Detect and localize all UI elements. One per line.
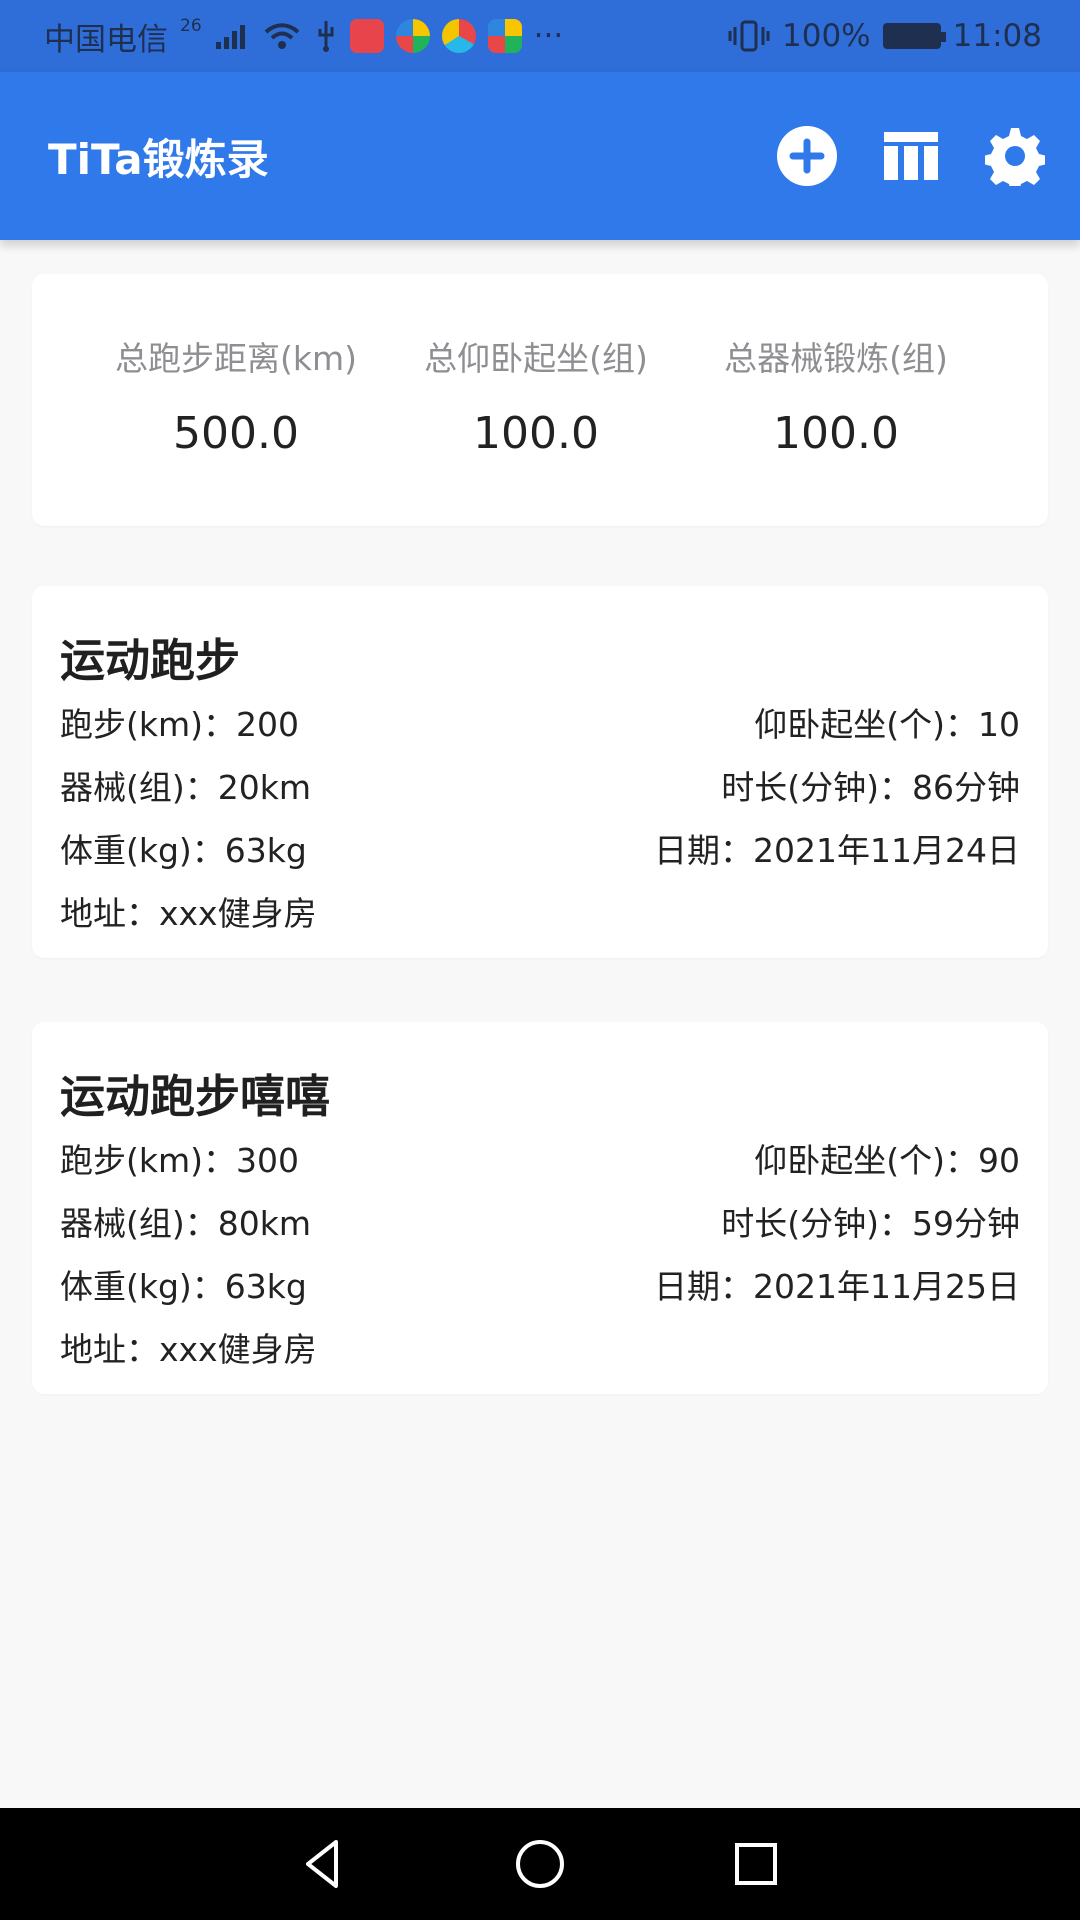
back-button[interactable] <box>291 1831 357 1897</box>
carrier-label: 中国电信 <box>44 21 168 58</box>
record-row: 器械(组)：20km 时长(分钟)：86分钟 <box>60 761 1020 809</box>
summary-value: 500.0 <box>173 408 299 459</box>
situp-count: 仰卧起坐(个)：90 <box>754 1141 1020 1180</box>
signal-icon <box>215 25 245 49</box>
running-distance: 跑步(km)：200 <box>60 705 299 744</box>
gym-address: 地址：xxx健身房 <box>60 894 317 933</box>
wifi-icon <box>264 23 299 49</box>
summary-label: 总跑步距离(km) <box>114 339 357 378</box>
exercise-date: 日期：2021年11月24日 <box>654 831 1020 870</box>
table-icon <box>884 132 938 180</box>
settings-button[interactable] <box>984 125 1046 187</box>
equipment-sets: 器械(组)：80km <box>60 1204 311 1243</box>
summary-label: 总仰卧起坐(组) <box>424 339 648 378</box>
status-time: 11:08 <box>952 18 1042 54</box>
summary-card: 总跑步距离(km) 500.0 总仰卧起坐(组) 100.0 总器械锻炼(组) … <box>32 274 1048 526</box>
mobile-screen: 中国电信 26 ··· 100% 11:08 TiTa锻炼录 总跑步距离(km)… <box>0 0 1080 1920</box>
body-weight: 体重(kg)：63kg <box>60 1267 307 1306</box>
record-title: 运动跑步嘻嘻 <box>60 1070 331 1123</box>
huawei-app-icon <box>349 19 384 53</box>
recent-square-icon <box>735 1843 777 1885</box>
record-row: 跑步(km)：300 仰卧起坐(个)：90 <box>60 1134 1020 1182</box>
more-notifications-icon: ··· <box>533 18 564 54</box>
colorful-app-icon <box>395 19 430 53</box>
home-circle-icon <box>516 1840 564 1888</box>
colorful-app-icon-2 <box>487 19 522 53</box>
recent-apps-button[interactable] <box>723 1831 789 1897</box>
network-label: 26 <box>180 16 202 36</box>
exercise-duration: 时长(分钟)：86分钟 <box>721 768 1020 807</box>
rainbow-app-icon <box>441 19 476 53</box>
record-row: 跑步(km)：200 仰卧起坐(个)：10 <box>60 698 1020 746</box>
body-weight: 体重(kg)：63kg <box>60 831 307 870</box>
record-row: 器械(组)：80km 时长(分钟)：59分钟 <box>60 1197 1020 1245</box>
status-left: 中国电信 26 ··· <box>44 14 563 59</box>
total-running-summary: 总跑步距离(km) 500.0 <box>86 332 386 459</box>
record-row: 地址：xxx健身房 <box>60 1323 1020 1371</box>
record-row: 体重(kg)：63kg 日期：2021年11月25日 <box>60 1260 1020 1308</box>
exercise-date: 日期：2021年11月25日 <box>654 1267 1020 1306</box>
summary-value: 100.0 <box>473 408 599 459</box>
status-bar: 中国电信 26 ··· 100% 11:08 <box>0 0 1080 72</box>
record-title: 运动跑步 <box>60 634 241 687</box>
app-title: TiTa锻炼录 <box>48 134 269 184</box>
gym-address: 地址：xxx健身房 <box>60 1330 317 1369</box>
usb-icon <box>318 21 334 52</box>
total-equipment-summary: 总器械锻炼(组) 100.0 <box>686 332 986 459</box>
exercise-duration: 时长(分钟)：59分钟 <box>721 1204 1020 1243</box>
record-row: 体重(kg)：63kg 日期：2021年11月24日 <box>60 824 1020 872</box>
total-situps-summary: 总仰卧起坐(组) 100.0 <box>386 332 686 459</box>
add-record-button[interactable] <box>776 125 838 187</box>
situp-count: 仰卧起坐(个)：10 <box>754 705 1020 744</box>
vibrate-icon <box>728 20 770 52</box>
equipment-sets: 器械(组)：20km <box>60 768 311 807</box>
battery-icon <box>882 23 946 49</box>
exercise-record-card[interactable]: 运动跑步 跑步(km)：200 仰卧起坐(个)：10 器械(组)：20km 时长… <box>32 586 1048 958</box>
android-navigation-bar <box>0 1808 1080 1920</box>
summary-grid: 总跑步距离(km) 500.0 总仰卧起坐(组) 100.0 总器械锻炼(组) … <box>86 332 986 459</box>
home-button[interactable] <box>507 1831 573 1897</box>
running-distance: 跑步(km)：300 <box>60 1141 299 1180</box>
plus-icon <box>777 126 837 186</box>
table-view-button[interactable] <box>880 125 942 187</box>
exercise-record-card[interactable]: 运动跑步嘻嘻 跑步(km)：300 仰卧起坐(个)：90 器械(组)：80km … <box>32 1022 1048 1394</box>
summary-label: 总器械锻炼(组) <box>724 339 948 378</box>
status-right: 100% 11:08 <box>728 18 1042 54</box>
top-app-bar: TiTa锻炼录 <box>0 72 1080 240</box>
app-actions <box>776 125 1046 187</box>
battery-percent: 100% <box>782 18 871 54</box>
summary-value: 100.0 <box>773 408 899 459</box>
record-row: 地址：xxx健身房 <box>60 887 1020 935</box>
gear-icon <box>985 128 1045 186</box>
back-triangle-icon <box>306 1840 338 1888</box>
